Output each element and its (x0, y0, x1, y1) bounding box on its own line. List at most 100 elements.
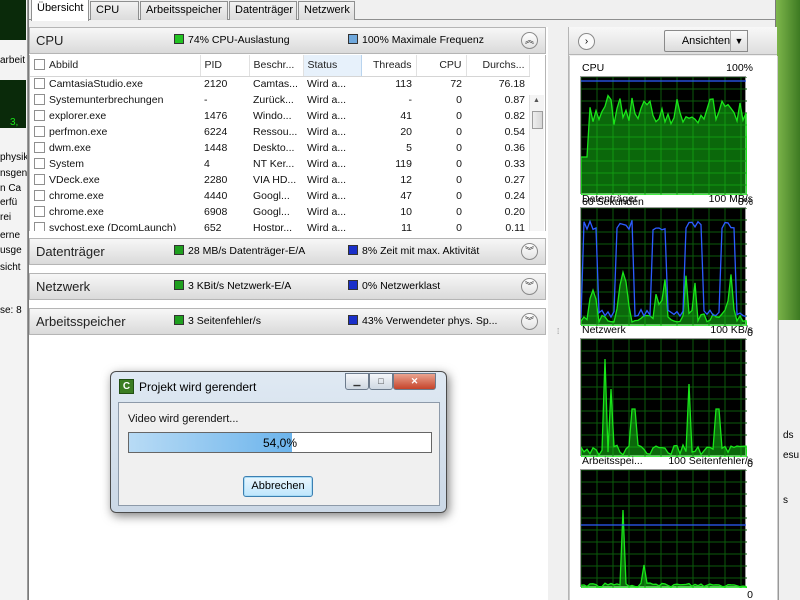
table-row[interactable]: dwm.exe 1448 Deskto... Wird a... 5 0 0.36 (30, 140, 529, 156)
column-header[interactable]: Beschr... (249, 55, 304, 77)
row-checkbox[interactable] (34, 126, 45, 137)
row-checkbox[interactable] (34, 206, 45, 217)
table-cell: 12 (361, 172, 416, 188)
pane-splitter[interactable]: ⁞ (550, 27, 566, 600)
minimize-icon[interactable]: ▁ (345, 373, 369, 390)
dialog-title: Projekt wird gerendert (139, 380, 257, 394)
graph-title: CPU (582, 62, 605, 74)
cell-text: 4 (204, 158, 210, 170)
table-row[interactable]: System 4 NT Ker... Wird a... 119 0 0.33 (30, 156, 529, 172)
row-checkbox[interactable] (34, 158, 45, 169)
tab-2[interactable]: Arbeitsspeicher (140, 1, 228, 20)
chevron-down-icon[interactable]: ︾ (521, 243, 538, 260)
cell-text: 72 (450, 78, 462, 91)
disk-section-header[interactable]: Datenträger 28 MB/s Datenträger-E/A 8% Z… (29, 238, 546, 265)
table-cell: 0 (416, 172, 466, 188)
table-cell: Wird a... (303, 172, 361, 188)
tab-3[interactable]: Datenträger (229, 1, 297, 20)
table-cell: 1476 (200, 108, 249, 124)
scroll-up-icon[interactable]: ▲ (533, 97, 540, 104)
cell-text: Wird a... (307, 110, 347, 122)
graph-max-label: 100 Seitenfehler/s (668, 455, 753, 467)
splitter-grip-icon[interactable]: ⁞ (557, 327, 559, 336)
table-cell: 72 (416, 76, 466, 92)
row-checkbox[interactable] (34, 190, 45, 201)
scrollbar-thumb[interactable] (532, 111, 543, 129)
maximize-icon[interactable]: □ (369, 373, 393, 390)
graph-title: Datenträger (582, 193, 638, 205)
table-row[interactable]: CamtasiaStudio.exe 2120 Camtas... Wird a...… (30, 76, 529, 92)
graphs-panel: CPU 100% 0% 60 Sekunden Datenträger 100 MB/s 0… (569, 56, 778, 600)
cancel-button[interactable]: Abbrechen (243, 476, 313, 497)
row-checkbox[interactable] (34, 222, 45, 231)
cell-text: - (204, 94, 208, 106)
table-scrollbar[interactable]: ▲ ▼ (529, 95, 544, 231)
column-header[interactable]: Durchs... (466, 55, 530, 77)
graphs-toolbar: › Ansichten ▼ (569, 27, 777, 55)
table-cell: 119 (361, 156, 416, 172)
table-cell: 1448 (200, 140, 249, 156)
chevron-down-icon[interactable]: ︾ (521, 313, 538, 330)
table-cell: Deskto... (249, 140, 303, 156)
cpu-section-header[interactable]: CPU 74% CPU-Auslastung 100% Maximale Fre… (29, 27, 546, 54)
table-cell: 0.27 (466, 172, 529, 188)
network-section-header[interactable]: Netzwerk 3 KBit/s Netzwerk-E/A 0% Netzwe… (29, 273, 546, 300)
column-header[interactable]: Abbild (30, 55, 201, 77)
table-row[interactable]: chrome.exe 4440 Googl... Wird a... 47 0 0.24 (30, 188, 529, 204)
table-cell: 6908 (200, 204, 249, 220)
table-cell: 0 (416, 220, 466, 231)
chevron-up-icon[interactable]: ︽ (521, 32, 538, 49)
cell-text: Wird a... (307, 158, 347, 170)
cell-text: 2280 (204, 174, 228, 186)
background-text: erfü (0, 197, 18, 208)
column-header[interactable]: CPU (416, 55, 467, 77)
row-checkbox[interactable] (34, 142, 45, 153)
table-cell: Windo... (249, 108, 303, 124)
row-checkbox[interactable] (34, 110, 45, 121)
table-row[interactable]: explorer.exe 1476 Windo... Wird a... 41 0 0.82 (30, 108, 529, 124)
cell-text: 0 (456, 158, 462, 170)
column-header[interactable]: Threads (361, 55, 417, 77)
table-cell: svchost.exe (DcomLaunch) (30, 220, 200, 231)
close-icon[interactable]: ✕ (393, 373, 436, 390)
column-header[interactable]: Status (302, 55, 362, 77)
background-text: erne (0, 230, 21, 241)
memory-section-header[interactable]: Arbeitsspeicher 3 Seitenfehler/s 43% Ver… (29, 308, 546, 335)
tab-1[interactable]: CPU (90, 1, 139, 20)
table-cell: System (30, 156, 200, 172)
cell-text: Deskto... (253, 142, 295, 154)
network-io-swatch (174, 280, 184, 290)
views-dropdown-arrow-icon[interactable]: ▼ (730, 30, 748, 52)
graph-canvas (580, 469, 747, 588)
table-cell: Wird a... (303, 220, 361, 231)
select-all-checkbox[interactable] (34, 59, 45, 71)
tab-4[interactable]: Netzwerk (298, 1, 355, 20)
table-row[interactable]: svchost.exe (DcomLaunch) 652 Hostpr... Wird… (30, 220, 529, 231)
cell-text: 0 (456, 206, 462, 218)
tab-0[interactable]: Übersicht (31, 0, 89, 21)
cell-text: 47 (400, 190, 412, 202)
graph-max-label: 100% (726, 62, 753, 74)
dialog-body: Video wird gerendert... 54,0% Abbrechen (118, 402, 440, 506)
background-text: n Ca (0, 183, 22, 194)
table-cell: 0.36 (466, 140, 529, 156)
background-text: rei (0, 212, 12, 223)
chevron-down-icon[interactable]: ︾ (521, 278, 538, 295)
column-header[interactable]: PID (200, 55, 250, 77)
cell-text: 10 (400, 206, 412, 218)
graph-canvas (580, 76, 747, 195)
row-checkbox[interactable] (34, 94, 45, 105)
cell-text: Hostpr... (253, 222, 293, 231)
table-row[interactable]: Systemunterbrechungen - Zurück... Wird a...… (30, 92, 529, 108)
table-row[interactable]: perfmon.exe 6224 Ressou... Wird a... 20 0 0.54 (30, 124, 529, 140)
table-row[interactable]: chrome.exe 6908 Googl... Wird a... 10 0 0.20 (30, 204, 529, 220)
table-cell: 0 (416, 140, 466, 156)
table-cell: 0 (416, 156, 466, 172)
table-cell: 0.33 (466, 156, 529, 172)
table-cell: 41 (361, 108, 416, 124)
table-row[interactable]: VDeck.exe 2280 VIA HD... Wird a... 12 0 0.27 (30, 172, 529, 188)
row-checkbox[interactable] (34, 174, 45, 185)
row-checkbox[interactable] (34, 78, 45, 90)
graph-canvas (580, 207, 747, 326)
chevron-right-icon[interactable]: › (578, 33, 595, 50)
